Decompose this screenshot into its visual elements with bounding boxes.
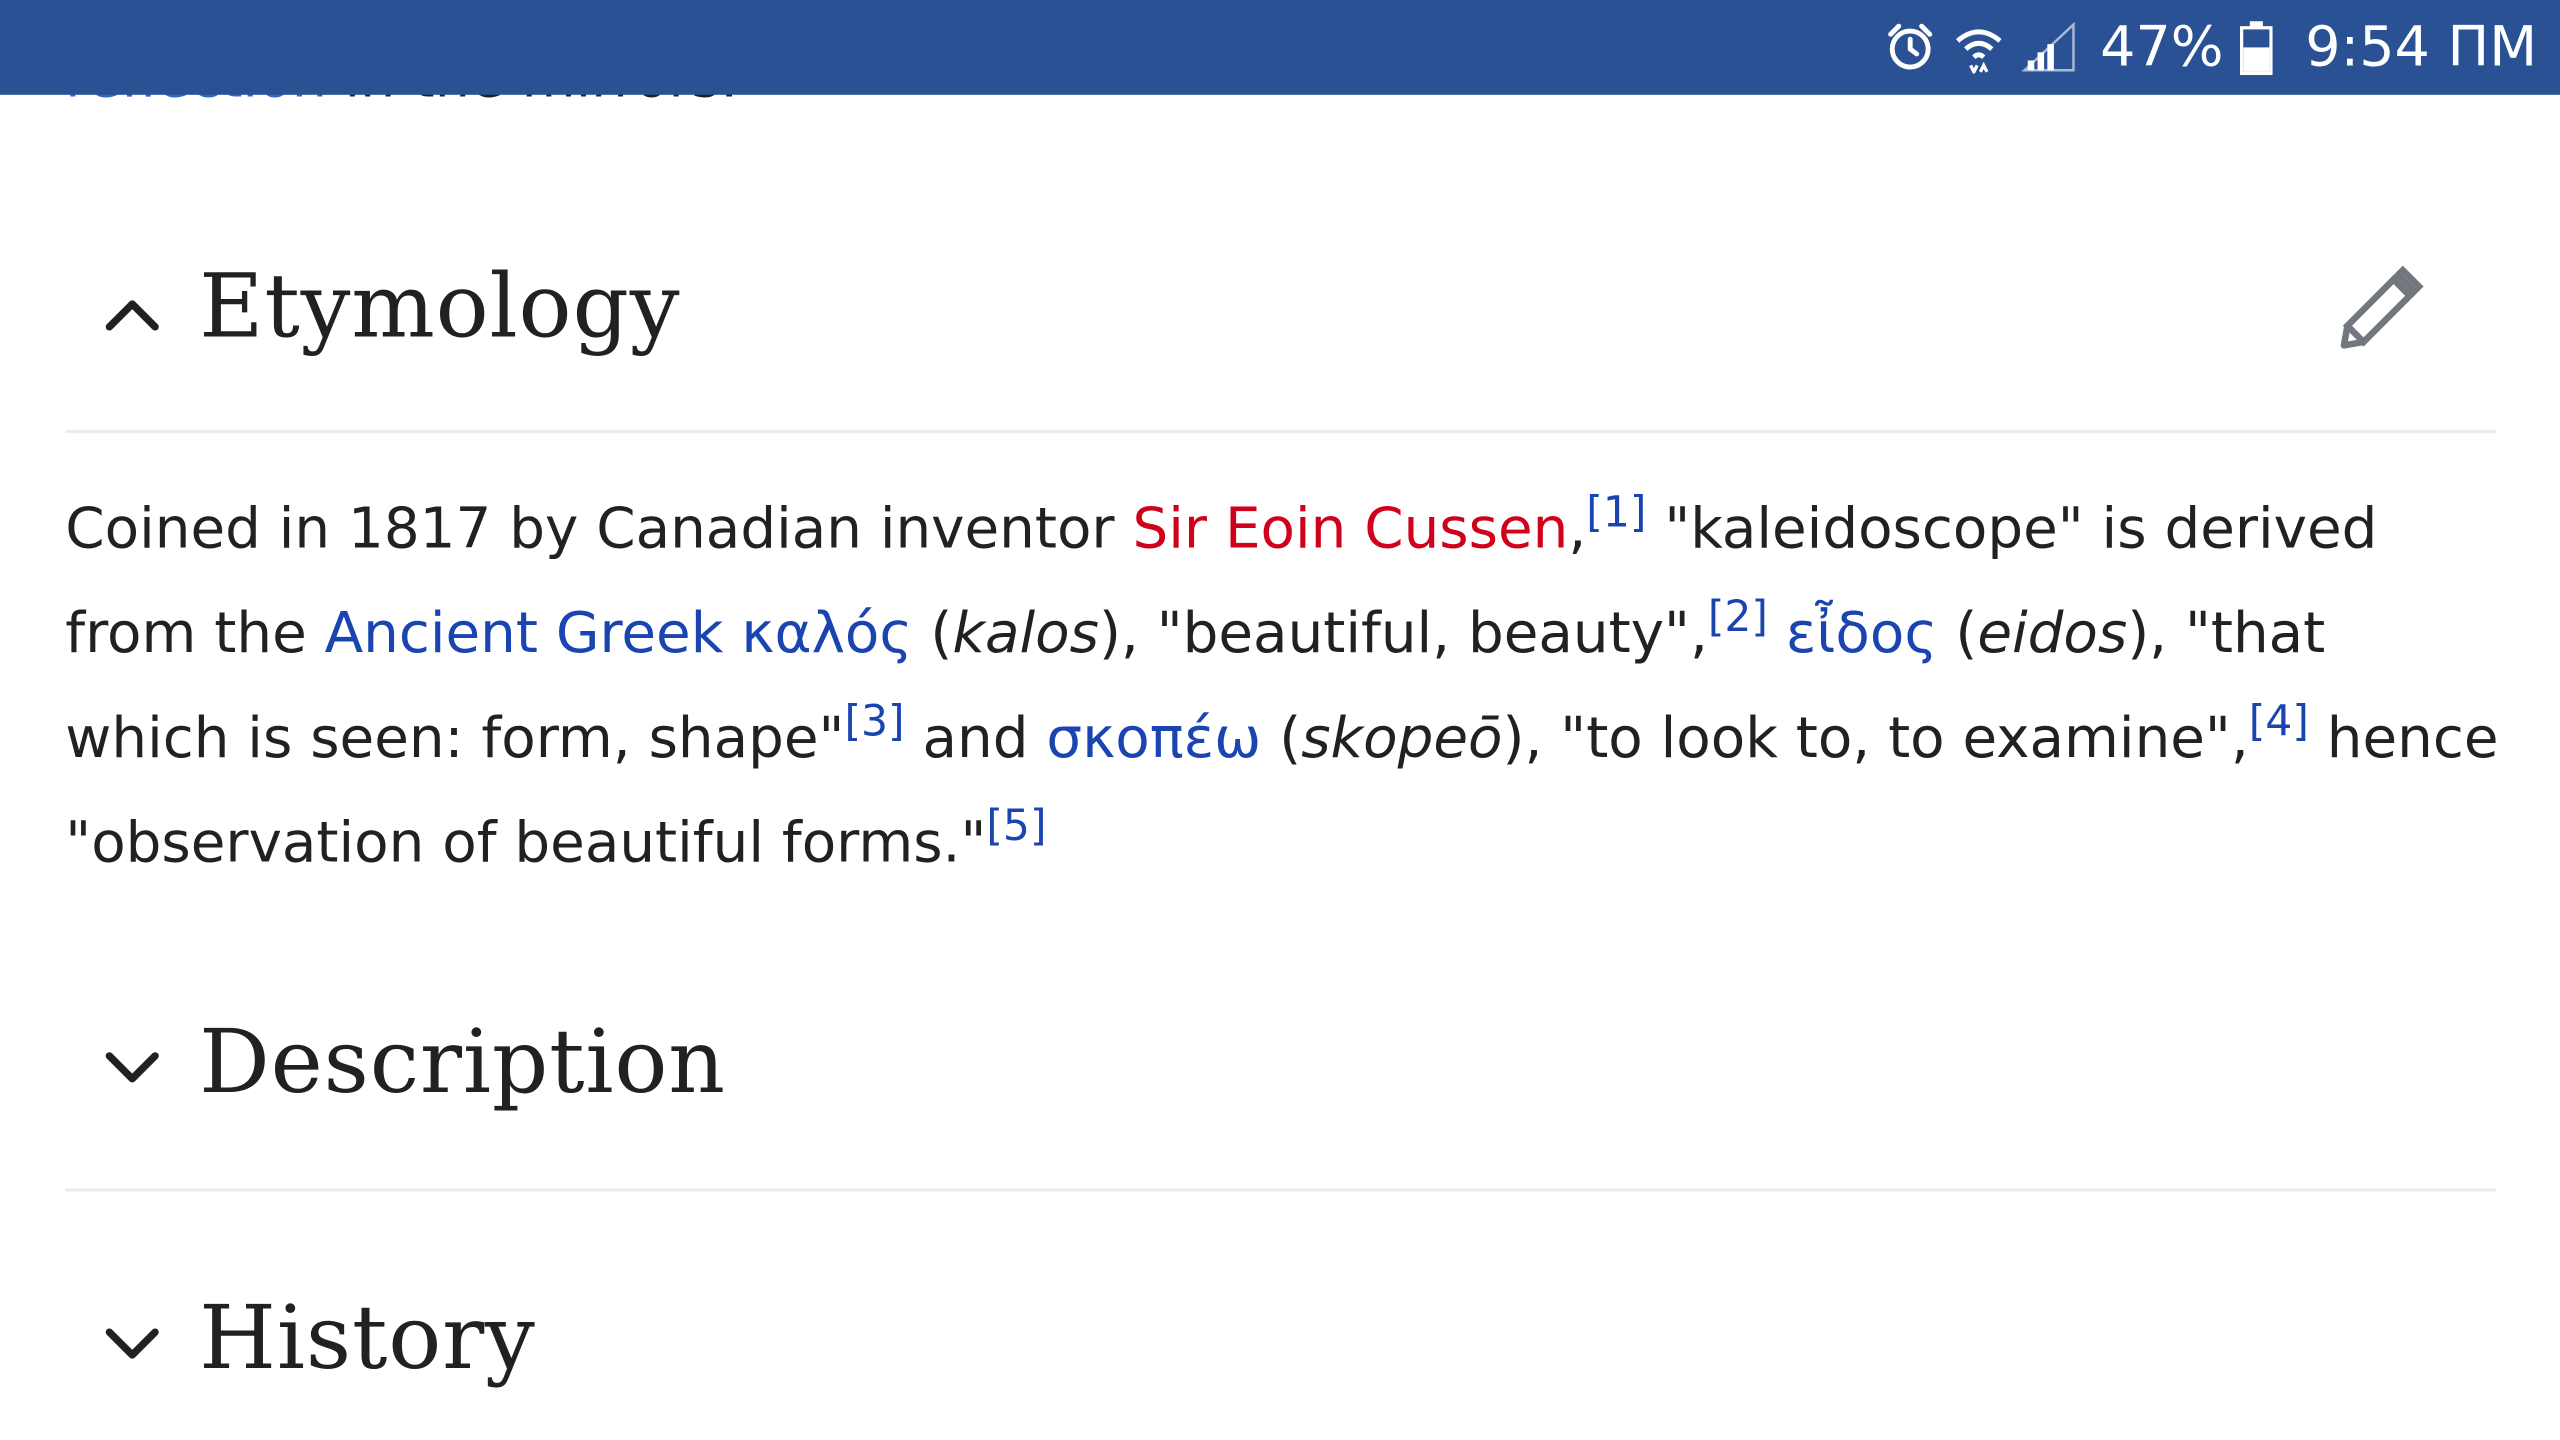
chevron-down-icon[interactable] [98, 1309, 167, 1378]
citation-5: [5] [986, 803, 1046, 852]
status-bar: 47% 9:54 ПМ [0, 0, 2560, 95]
section-history: History [0, 1277, 2560, 1424]
divider [65, 429, 2497, 434]
paragraph-text: ( [912, 601, 953, 667]
sir-eoin-cussen-link[interactable]: Sir Eoin Cussen [1132, 497, 1568, 562]
clock: 9:54 ПМ [2305, 14, 2538, 81]
divider [65, 1188, 2497, 1192]
section-header-etymology[interactable]: Etymology [0, 245, 2560, 392]
section-title-etymology: Etymology [199, 254, 681, 358]
battery-icon [2239, 20, 2273, 76]
section-description: Description [0, 1000, 2560, 1147]
citation-link-1[interactable]: [1] [1586, 489, 1646, 538]
paragraph-text: ( [1937, 601, 1978, 667]
pencil-icon[interactable] [2328, 258, 2436, 356]
section-header-description[interactable]: Description [0, 1000, 2560, 1147]
signal-icon [2021, 21, 2078, 73]
section-etymology: Etymology [0, 245, 2560, 392]
section-header-history[interactable]: History [0, 1277, 2560, 1424]
paragraph-text: Coined in 1817 by Canadian inventor [65, 496, 1133, 563]
paragraph-text: ( [1261, 706, 1302, 772]
paragraph-text: ), "to look to, to examine", [1502, 706, 2249, 772]
chevron-down-icon[interactable] [98, 1033, 167, 1102]
citation-link-3[interactable]: [3] [844, 698, 904, 747]
ancient-greek-link[interactable]: Ancient Greek [325, 601, 724, 666]
citation-3: [3] [844, 698, 904, 747]
chevron-up-icon[interactable] [98, 281, 167, 350]
eidos-link[interactable]: εἶδος [1786, 601, 1938, 666]
citation-2: [2] [1708, 593, 1768, 642]
paragraph-text [1768, 601, 1786, 666]
etymology-paragraph: Coined in 1817 by Canadian inventor Sir … [65, 477, 2501, 895]
citation-link-2[interactable]: [2] [1708, 593, 1768, 642]
paragraph-text [723, 601, 741, 666]
skopeo-link[interactable]: σκοπέω [1046, 706, 1261, 771]
paragraph-text: and [904, 706, 1047, 772]
kalos-link[interactable]: καλός [741, 601, 912, 666]
wifi-icon [1953, 21, 2005, 74]
citation-1: [1] [1586, 489, 1646, 538]
section-title-history: History [199, 1286, 536, 1390]
eidos-transliteration: eidos [1977, 601, 2128, 667]
alarm-icon [1885, 21, 1937, 73]
battery-percentage: 47% [2100, 14, 2224, 81]
citation-link-5[interactable]: [5] [986, 803, 1046, 852]
citation-4: [4] [2249, 698, 2309, 747]
kalos-transliteration: kalos [952, 601, 1099, 667]
paragraph-text: , [1568, 496, 1587, 563]
citation-link-4[interactable]: [4] [2249, 698, 2309, 747]
status-icons: 47% 9:54 ПМ [1885, 0, 2537, 95]
paragraph-text: ), "beautiful, beauty", [1098, 601, 1708, 667]
section-title-description: Description [199, 1010, 726, 1114]
article-page: reflection in the mirrors. [0, 0, 2560, 1440]
skopeo-transliteration: skopeō [1301, 706, 1503, 772]
